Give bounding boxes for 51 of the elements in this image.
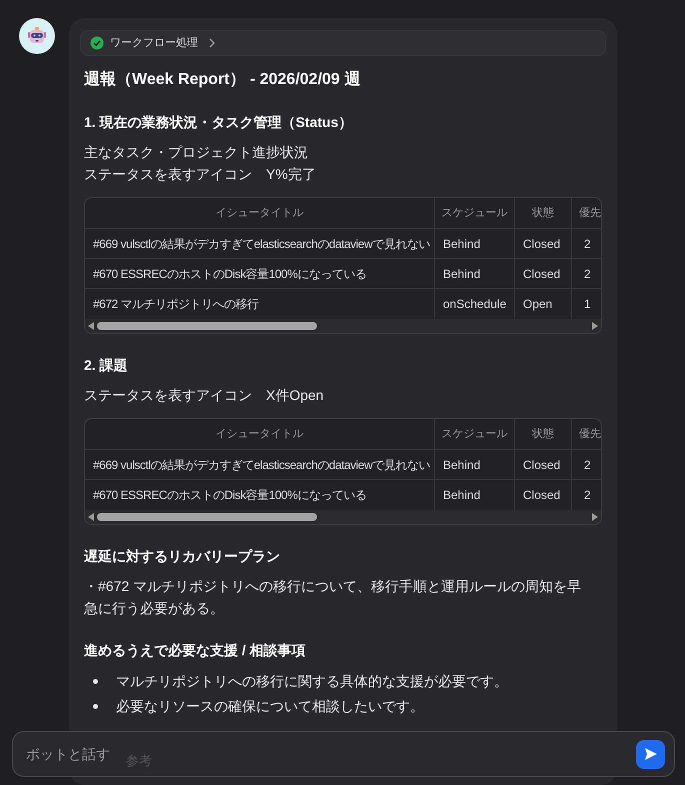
body-text: ・#672 マルチリポジトリへの移行について、移行手順と運用ルールの周知を早急に行う必要がある。 xyxy=(84,577,582,618)
horizontal-scrollbar[interactable] xyxy=(85,319,601,333)
scroll-left-icon[interactable] xyxy=(88,513,94,521)
scrollbar-thumb[interactable] xyxy=(97,513,317,521)
table-cell: Behind xyxy=(435,259,515,289)
section-heading: 遅延に対するリカバリープラン xyxy=(84,547,281,566)
table-cell: Closed xyxy=(515,259,572,289)
table-cell: Closed xyxy=(515,450,572,480)
workflow-status-bar[interactable]: ワークフロー処理 xyxy=(80,30,606,56)
bullet-icon xyxy=(93,679,98,684)
table-cell: 2 xyxy=(572,259,601,289)
workflow-label: ワークフロー処理 xyxy=(110,36,198,51)
table-cell-text: 1 xyxy=(583,296,592,313)
bot-avatar-icon xyxy=(19,18,55,54)
column-header: スケジュール xyxy=(435,419,515,450)
table-cell-text: 2 xyxy=(583,487,592,504)
table-cell: Behind xyxy=(435,229,515,259)
list-item-text: マルチリポジトリへの移行に関する具体的な支援が必要です。 xyxy=(116,672,508,691)
section-heading: 1. 現在の業務状況・タスク管理（Status） xyxy=(84,113,354,132)
chevron-right-icon xyxy=(208,38,216,48)
table-cell: Closed xyxy=(515,229,572,259)
section-heading: 2. 課題 xyxy=(84,356,129,375)
table-cell: 2 xyxy=(572,450,601,480)
column-header: 優先 xyxy=(572,198,601,229)
table-cell: #669 vulsctlの結果がデカすぎてelasticsearchのdataviewで見れない xyxy=(85,229,435,259)
column-header: 状態 xyxy=(515,198,572,229)
scroll-right-icon[interactable] xyxy=(592,322,598,330)
section-heading: 進めるうえで必要な支援 / 相談事項 xyxy=(84,641,307,660)
body-text: ステータスを表すアイコン X件Open xyxy=(84,386,325,405)
table-cell: Behind xyxy=(435,450,515,480)
column-header: 状態 xyxy=(515,419,572,450)
scroll-right-icon[interactable] xyxy=(592,513,598,521)
check-circle-icon xyxy=(90,36,104,50)
input-placeholder: ボットと話す xyxy=(26,744,110,764)
bullet-icon xyxy=(93,704,98,709)
send-icon xyxy=(644,747,658,761)
table-cell: #670 ESSRECのホストのDisk容量100%になっている xyxy=(85,259,435,289)
report-title: 週報（Week Report） - 2026/02/09 週 xyxy=(84,70,362,90)
body-text: ステータスを表すアイコン Y%完了 xyxy=(84,165,317,184)
table-cell: 2 xyxy=(572,229,601,259)
table-cell: #669 vulsctlの結果がデカすぎてelasticsearchのdataviewで見れない xyxy=(85,450,435,480)
column-header: 優先 xyxy=(572,419,601,450)
body-text: 主なタスク・プロジェクト進捗状況 xyxy=(84,143,309,162)
column-header: イシュータイトル xyxy=(85,419,435,450)
scrollbar-thumb[interactable] xyxy=(97,322,317,330)
column-header: スケジュール xyxy=(435,198,515,229)
scroll-left-icon[interactable] xyxy=(88,322,94,330)
column-header: イシュータイトル xyxy=(85,198,435,229)
send-button[interactable] xyxy=(636,740,665,768)
horizontal-scrollbar[interactable] xyxy=(85,510,601,524)
list-item-text: 必要なリソースの確保について相談したいです。 xyxy=(116,697,424,716)
